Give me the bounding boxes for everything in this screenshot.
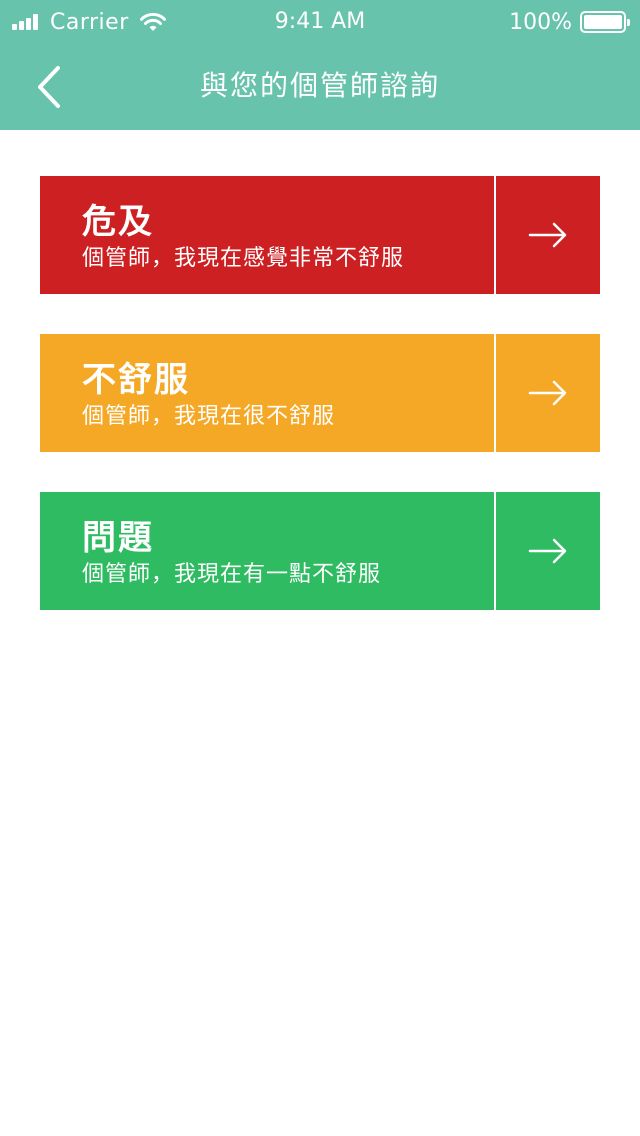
option-main[interactable]: 危及 個管師，我現在感覺非常不舒服	[40, 176, 494, 294]
option-main[interactable]: 不舒服 個管師，我現在很不舒服	[40, 334, 494, 452]
arrow-right-icon	[528, 222, 567, 248]
option-arrow-button[interactable]	[496, 176, 600, 294]
option-title: 危及	[82, 202, 154, 242]
option-card-issue[interactable]: 問題 個管師，我現在有一點不舒服	[40, 492, 600, 610]
option-title: 問題	[82, 518, 154, 558]
option-arrow-button[interactable]	[496, 492, 600, 610]
option-arrow-button[interactable]	[496, 334, 600, 452]
option-subtitle: 個管師，我現在感覺非常不舒服	[82, 246, 405, 271]
battery-percent: 100%	[509, 9, 572, 35]
battery-icon	[580, 11, 630, 33]
option-subtitle: 個管師，我現在很不舒服	[82, 404, 336, 429]
option-list: 危及 個管師，我現在感覺非常不舒服 不舒服 個管師，我現在很不舒服 問題 個管師…	[40, 176, 600, 650]
status-right: 100%	[509, 8, 630, 36]
option-subtitle: 個管師，我現在有一點不舒服	[82, 562, 382, 587]
header: Carrier 9:41 AM 100% 與您的個管師諮詢	[0, 0, 640, 130]
option-card-unwell[interactable]: 不舒服 個管師，我現在很不舒服	[40, 334, 600, 452]
status-bar: Carrier 9:41 AM 100%	[0, 0, 640, 42]
option-card-danger[interactable]: 危及 個管師，我現在感覺非常不舒服	[40, 176, 600, 294]
arrow-right-icon	[528, 380, 567, 406]
nav-bar: 與您的個管師諮詢	[0, 42, 640, 130]
arrow-right-icon	[528, 538, 567, 564]
back-button[interactable]	[24, 62, 74, 112]
option-title: 不舒服	[82, 360, 190, 400]
option-main[interactable]: 問題 個管師，我現在有一點不舒服	[40, 492, 494, 610]
chevron-left-icon	[38, 66, 60, 108]
page-title: 與您的個管師諮詢	[199, 69, 440, 102]
